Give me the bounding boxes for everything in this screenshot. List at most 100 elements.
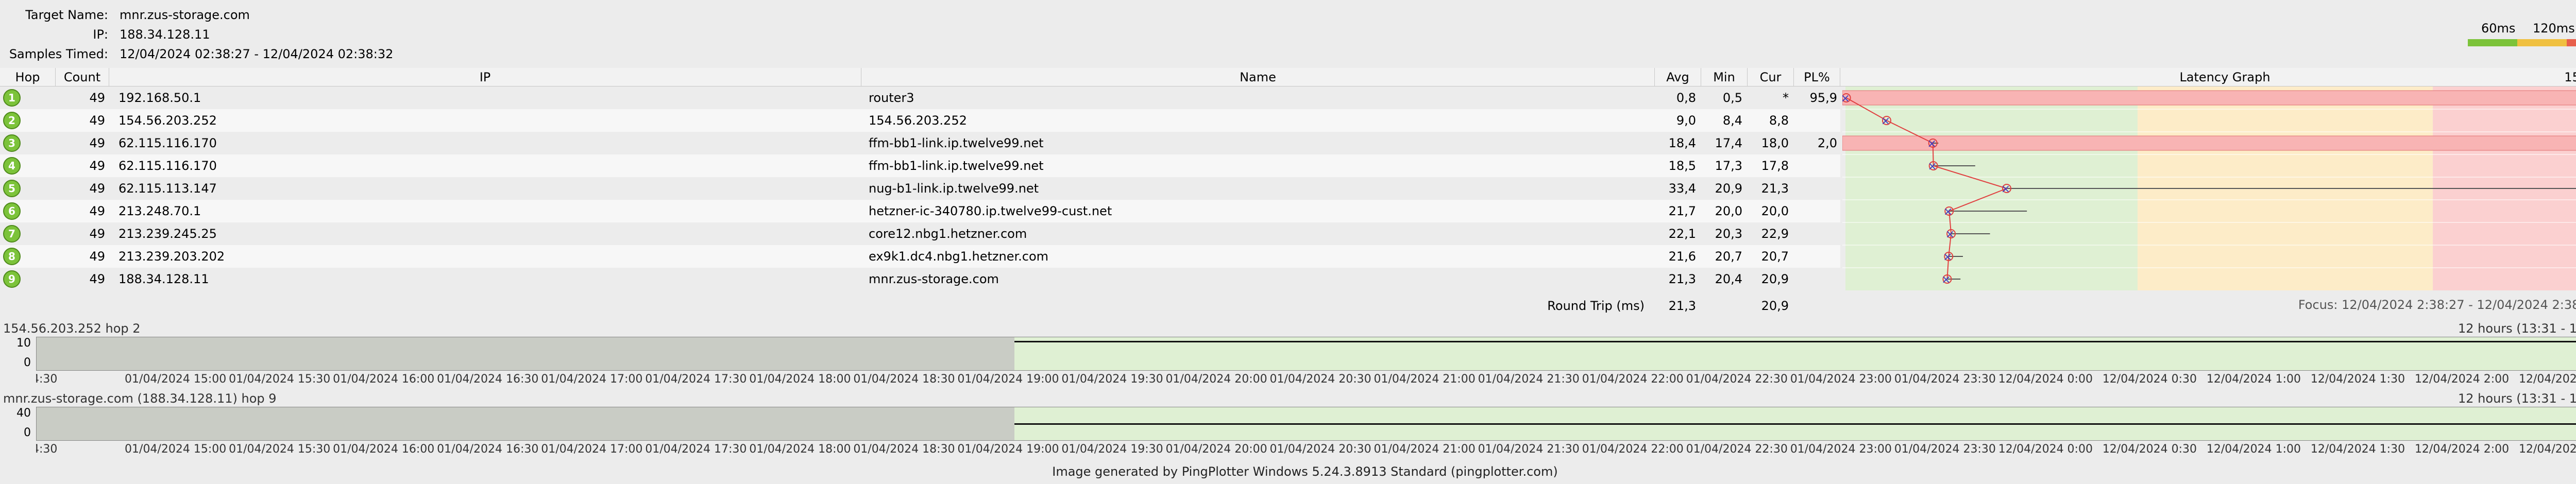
hop-cur: 17,8	[1761, 159, 1789, 173]
col-header-min[interactable]: Min	[1701, 68, 1748, 87]
time-tick-label: 01/04/2024 16:00	[333, 373, 435, 386]
time-tick-label: 01/04/2024 22:30	[1686, 373, 1788, 386]
time-tick-label: 01/04/2024 21:30	[1478, 443, 1580, 456]
hop-count: 49	[89, 181, 105, 196]
latency-current-marker: ×	[1943, 251, 1952, 264]
hop-ip: 213.248.70.1	[118, 204, 201, 218]
hop-row[interactable]: 7 49 213.239.245.25 core12.nbg1.hetzner.com…	[0, 222, 1840, 245]
time-tick-label: 01/04/2024 23:00	[1790, 373, 1892, 386]
hop-number-badge: 5	[3, 180, 21, 197]
hop-avg: 0,8	[1676, 91, 1696, 105]
timechart-latency-line	[1014, 423, 2576, 425]
time-tick-label: 01/04/2024 23:00	[1790, 443, 1892, 456]
timechart-y-bottom: 0	[24, 426, 31, 439]
hop-row[interactable]: 2 49 154.56.203.252 154.56.203.252 9,0 8,4 8,8	[0, 109, 1840, 132]
hop-count: 49	[89, 113, 105, 128]
hop-name: ffm-bb1-link.ip.twelve99.net	[869, 136, 1044, 150]
hop-row[interactable]: 8 49 213.239.203.202 ex9k1.dc4.nbg1.hetzner…	[0, 245, 1840, 268]
latency-current-marker: ×	[1941, 273, 1951, 286]
hop-min: 17,3	[1715, 159, 1742, 173]
hop-pl	[1794, 222, 1837, 245]
hop-name: hetzner-ic-340780.ip.twelve99-cust.net	[869, 204, 1112, 218]
col-header-cur[interactable]: Cur	[1748, 68, 1794, 87]
time-tick-label: 12/04/2024 2:00	[2414, 373, 2510, 386]
time-tick-label: 12/04/2024 1:00	[2206, 373, 2301, 386]
timechart-plot[interactable]	[36, 407, 2576, 441]
time-tick-label: 01/04/2024 18:00	[749, 373, 851, 386]
time-tick-label: 4:30	[36, 373, 58, 386]
legend-120ms-label: 120ms	[2533, 21, 2575, 36]
time-tick-label: 01/04/2024 17:00	[541, 443, 643, 456]
col-header-avg[interactable]: Avg	[1655, 68, 1701, 87]
timechart-y-bottom: 0	[24, 356, 31, 369]
time-tick-label: 01/04/2024 20:30	[1269, 373, 1371, 386]
hop-row[interactable]: 6 49 213.248.70.1 hetzner-ic-340780.ip.twel…	[0, 200, 1840, 222]
timechart-no-data-region	[37, 337, 1014, 370]
latency-current-marker: ×	[1881, 115, 1890, 128]
hop-count: 49	[89, 204, 105, 218]
generated-by-credit: Image generated by PingPlotter Windows 5…	[1052, 464, 1558, 479]
time-tick-label: 01/04/2024 17:00	[541, 373, 643, 386]
hop-avg: 18,5	[1668, 159, 1696, 173]
latency-graph: × × × × × × × × ×	[1842, 87, 2576, 290]
time-tick-label: 12/04/2024 0:30	[2102, 373, 2197, 386]
hop-min: 0,5	[1722, 91, 1742, 105]
hop-avg: 18,4	[1668, 136, 1696, 150]
time-tick-label: 01/04/2024 19:30	[1061, 373, 1163, 386]
hop-ip: 62.115.116.170	[118, 159, 217, 173]
ip-label: IP:	[93, 27, 108, 42]
time-tick-label: 01/04/2024 16:00	[333, 443, 435, 456]
packet-loss-bar	[1842, 90, 2576, 106]
time-tick-label: 12/04/2024 0:00	[1998, 443, 2093, 456]
timechart-range: 12 hours (13:31 - 1:31)	[2458, 391, 2576, 406]
hop-pl: 95,9	[1809, 91, 1837, 105]
col-header-hop[interactable]: Hop	[0, 68, 56, 87]
hop-min: 8,4	[1722, 113, 1742, 128]
col-header-count[interactable]: Count	[56, 68, 109, 87]
time-tick-label: 12/04/2024 0:00	[1998, 373, 2093, 386]
hop-pl	[1794, 109, 1837, 132]
hop-min: 17,4	[1715, 136, 1742, 150]
time-tick-label: 01/04/2024 19:30	[1061, 443, 1163, 456]
timechart-time-axis: 4:3001/04/2024 15:0001/04/2024 15:3001/0…	[36, 373, 2576, 388]
timechart-title: mnr.zus-storage.com (188.34.128.11) hop …	[3, 391, 277, 406]
hop-row[interactable]: 1 49 192.168.50.1 router3 0,8 0,5 * 95,9	[0, 87, 1840, 109]
time-tick-label: 01/04/2024 21:30	[1478, 373, 1580, 386]
hop-cur: 20,0	[1761, 204, 1789, 218]
time-tick-label: 12/04/2024 2	[2518, 443, 2576, 456]
col-header-pl[interactable]: PL%	[1794, 68, 1840, 87]
trace-table: Hop Count IP Name Avg Min Cur PL% Latenc…	[0, 68, 2576, 317]
time-tick-label: 01/04/2024 20:00	[1165, 443, 1267, 456]
latency-current-marker: ×	[2001, 183, 2010, 196]
col-header-ip[interactable]: IP	[109, 68, 861, 87]
col-header-latency-graph[interactable]: Latency Graph 156ms	[1840, 68, 2576, 87]
time-tick-label: 12/04/2024 1:30	[2310, 443, 2405, 456]
latency-graph-max: 156ms	[2564, 70, 2576, 84]
time-tick-label: 01/04/2024 19:00	[957, 443, 1059, 456]
time-tick-label: 01/04/2024 21:00	[1374, 373, 1476, 386]
samples-value: 12/04/2024 02:38:27 - 12/04/2024 02:38:3…	[120, 47, 394, 61]
hop-row[interactable]: 9 49 188.34.128.11 mnr.zus-storage.com 21,3 2…	[0, 268, 1840, 290]
round-trip-avg: 21,3	[1668, 299, 1696, 313]
timechart-y-top: 40	[16, 407, 31, 420]
time-tick-label: 12/04/2024 2:00	[2414, 443, 2510, 456]
hop-row[interactable]: 4 49 62.115.116.170 ffm-bb1-link.ip.twelve9…	[0, 154, 1840, 177]
hop-name: mnr.zus-storage.com	[869, 272, 999, 286]
hop-min: 20,9	[1715, 181, 1742, 196]
time-tick-label: 01/04/2024 18:00	[749, 443, 851, 456]
timechart-plot[interactable]	[36, 337, 2576, 371]
latency-graph-title: Latency Graph	[2179, 70, 2270, 84]
hop-row[interactable]: 3 49 62.115.116.170 ffm-bb1-link.ip.twelve9…	[0, 132, 1840, 154]
samples-label: Samples Timed:	[9, 47, 108, 61]
col-header-name[interactable]: Name	[861, 68, 1655, 87]
latency-current-marker: ×	[1927, 137, 1937, 150]
hop-row[interactable]: 5 49 62.115.113.147 nug-b1-link.ip.twelve99…	[0, 177, 1840, 200]
round-trip-label: Round Trip (ms)	[1547, 299, 1645, 313]
hop-cur: 8,8	[1769, 113, 1789, 128]
hop-count: 49	[89, 249, 105, 264]
time-tick-label: 12/04/2024 0:30	[2102, 443, 2197, 456]
hop-ip: 188.34.128.11	[118, 272, 209, 286]
hop-name: ffm-bb1-link.ip.twelve99.net	[869, 159, 1044, 173]
latency-current-marker: ×	[1842, 92, 1850, 105]
hop-avg: 21,7	[1668, 204, 1696, 218]
